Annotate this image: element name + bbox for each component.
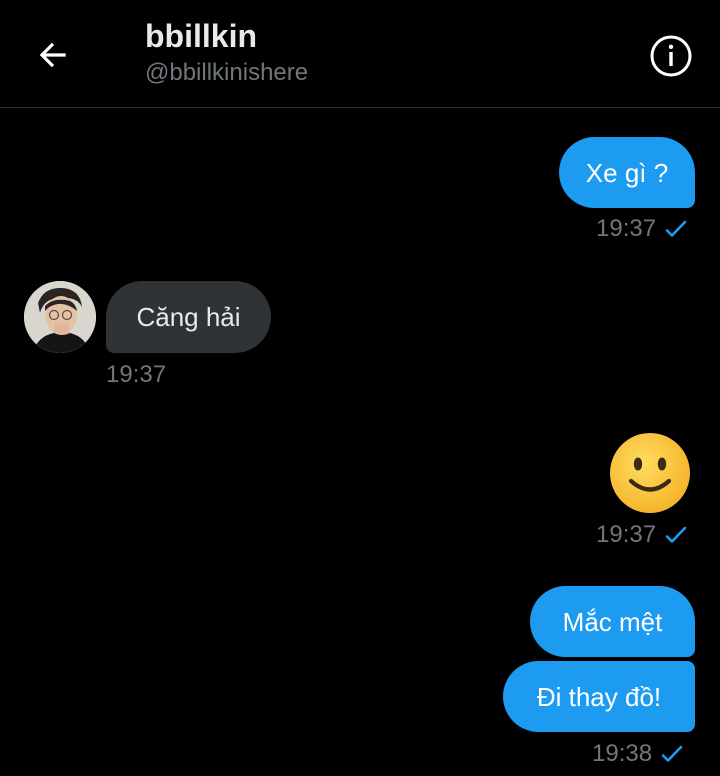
timestamp-text: 19:38	[592, 740, 653, 767]
message-text: Mắc mệt	[562, 606, 663, 637]
avatar-image	[24, 281, 96, 353]
message-text: Đi thay đồ!	[536, 681, 662, 712]
message-bubble-incoming[interactable]: Căng hải	[106, 281, 271, 353]
message-bubble-outgoing[interactable]: Xe gì ?	[559, 137, 695, 208]
checkmark-icon	[661, 745, 683, 762]
timestamp-text: 19:37	[596, 215, 657, 242]
dm-conversation: bbillkin @bbillkinishere Xe gì ? 19:37 C…	[0, 0, 720, 776]
message-bubble-outgoing[interactable]: Đi thay đồ!	[503, 661, 695, 732]
checkmark-icon	[665, 526, 687, 543]
message-text: Căng hải	[136, 302, 241, 332]
avatar[interactable]	[24, 281, 96, 353]
info-button[interactable]	[648, 33, 694, 79]
timestamp-text: 19:37	[106, 361, 167, 388]
conversation-handle[interactable]: @bbillkinishere	[145, 57, 308, 89]
message-timestamp: 19:37	[596, 520, 688, 550]
timestamp-text: 19:37	[596, 521, 657, 548]
back-button[interactable]	[28, 30, 78, 80]
message-timestamp: 19:37	[106, 360, 166, 390]
arrow-left-icon	[39, 42, 66, 68]
conversation-header: bbillkin @bbillkinishere	[0, 0, 720, 108]
message-text: Xe gì ?	[585, 157, 669, 188]
checkmark-icon	[665, 220, 687, 237]
info-circle-icon	[650, 35, 692, 77]
conversation-title[interactable]: bbillkin	[145, 16, 257, 56]
message-timestamp: 19:37	[596, 214, 688, 244]
message-timestamp: 19:38	[592, 739, 684, 769]
message-bubble-outgoing[interactable]: Mắc mệt	[530, 586, 695, 657]
slightly-smiling-face-emoji[interactable]	[609, 432, 691, 514]
